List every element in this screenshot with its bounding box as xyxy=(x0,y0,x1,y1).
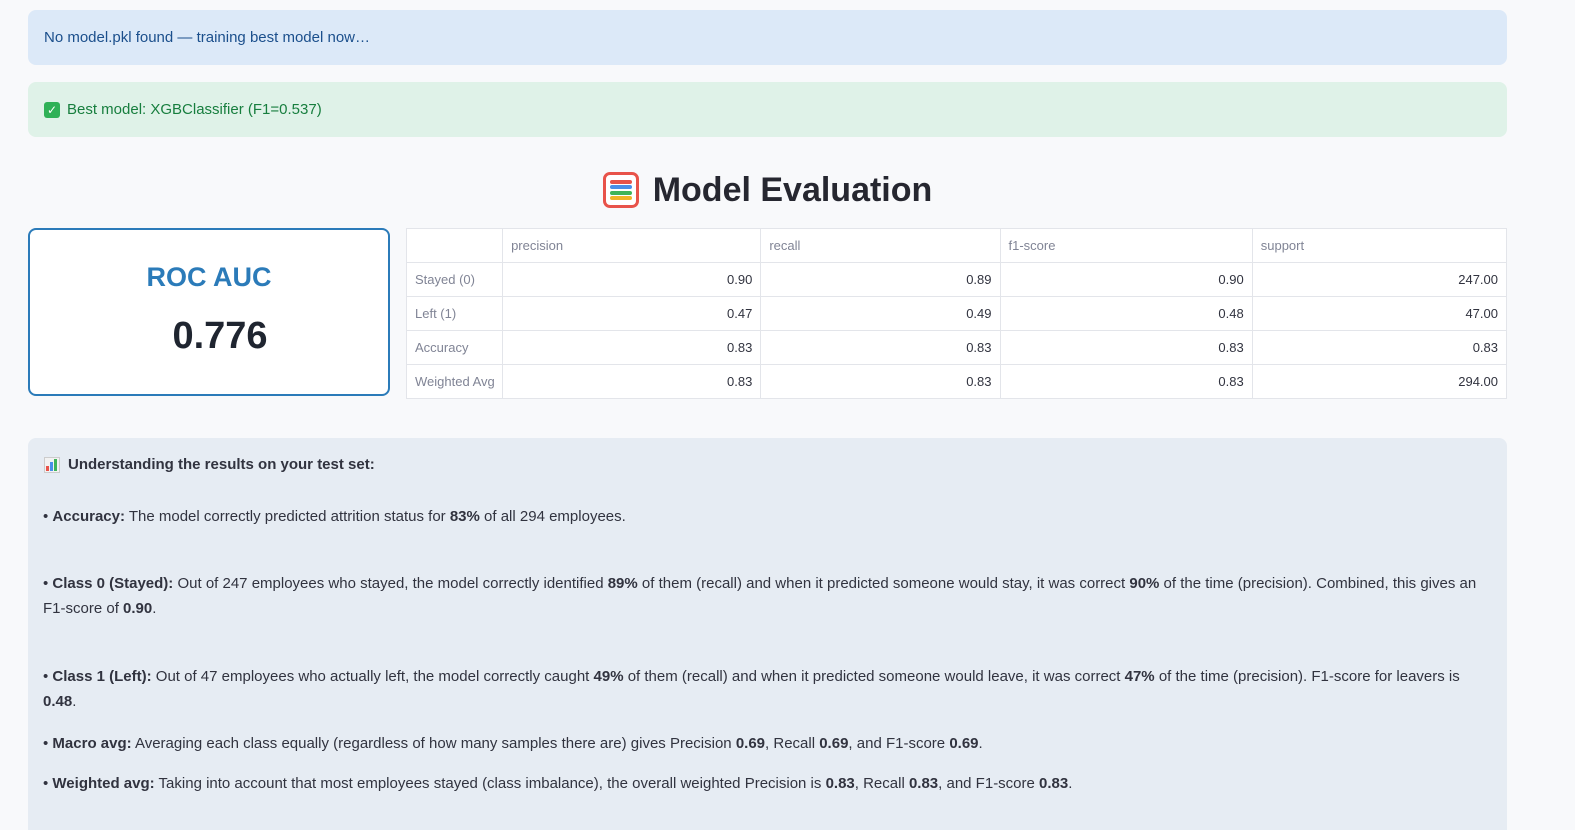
bullet-label: Class 0 (Stayed): xyxy=(52,575,174,592)
table-cell: 0.83 xyxy=(999,330,1253,365)
page-title: Model Evaluation xyxy=(652,170,933,209)
success-alert-text: Best model: XGBClassifier (F1=0.537) xyxy=(67,101,322,118)
table-cell: 0.48 xyxy=(999,296,1253,331)
column-header[interactable]: precision xyxy=(502,228,762,263)
bullet-label: Weighted avg: xyxy=(52,775,155,792)
bullet-text: of them (recall) and when it predicted s… xyxy=(623,668,1125,685)
table-cell: 0.49 xyxy=(760,296,1001,331)
table-cell: 0.89 xyxy=(760,262,1001,297)
row-label: Weighted Avg xyxy=(405,364,504,399)
bullet-value: 0.69 xyxy=(949,735,979,752)
accuracy-bullet: • Accuracy: The model correctly predicte… xyxy=(43,508,626,525)
bullet-text: , and F1-score xyxy=(848,735,950,752)
macro-avg-bullet: • Macro avg: Averaging each class equall… xyxy=(43,735,983,752)
table-cell: 0.83 xyxy=(760,364,1001,399)
class0-bullet: • Class 0 (Stayed): Out of 247 employees… xyxy=(43,575,1477,617)
bullet-text: . xyxy=(72,693,77,710)
table-cell: 0.83 xyxy=(999,364,1253,399)
info-alert-text: No model.pkl found — training best model… xyxy=(44,29,371,46)
title-row: Model Evaluation xyxy=(28,166,1507,214)
bullet-text: . xyxy=(1068,775,1073,792)
bullet-value: 89% xyxy=(607,575,638,592)
column-header[interactable]: f1-score xyxy=(999,228,1253,263)
table-cell: 0.83 xyxy=(502,330,762,365)
table-cell: 0.90 xyxy=(999,262,1253,297)
table-row: Stayed (0) 0.90 0.89 0.90 247.00 xyxy=(405,262,1508,297)
bullet-value: 90% xyxy=(1129,575,1160,592)
bullet-text: of them (recall) and when it predicted s… xyxy=(637,575,1130,592)
roc-auc-card: ROC AUC 0.776 xyxy=(28,228,390,396)
info-alert: No model.pkl found — training best model… xyxy=(28,10,1507,65)
bullet-value: 47% xyxy=(1124,668,1155,685)
bullet-value: 0.83 xyxy=(908,775,939,792)
check-icon: ✓ xyxy=(44,101,60,118)
bullet-value: 0.69 xyxy=(735,735,766,752)
table-header-row: precision recall f1-score support xyxy=(405,228,1508,263)
bullet-text: , and F1-score xyxy=(938,775,1040,792)
table-cell: 294.00 xyxy=(1251,364,1508,399)
row-label: Accuracy xyxy=(405,330,504,365)
bullet-value: 0.83 xyxy=(1039,775,1069,792)
row-label: Stayed (0) xyxy=(405,262,504,297)
table-cell: 247.00 xyxy=(1251,262,1508,297)
bullet-text: Averaging each class equally (regardless… xyxy=(131,735,736,752)
bullet-text: , Recall xyxy=(854,775,909,792)
table-cell: 0.83 xyxy=(760,330,1001,365)
bullet-label: Macro avg: xyxy=(52,735,132,752)
table-cell: 0.83 xyxy=(1251,330,1508,365)
table-cell: 0.83 xyxy=(502,364,762,399)
bullet-text: Out of 47 employees who actually left, t… xyxy=(151,668,594,685)
success-alert: ✓ Best model: XGBClassifier (F1=0.537) xyxy=(28,82,1507,137)
explanation-heading: Understanding the results on your test s… xyxy=(44,456,375,473)
bullet-text: , Recall xyxy=(765,735,820,752)
bullet-value: 0.83 xyxy=(825,775,855,792)
bullet-text: . xyxy=(152,600,157,617)
bullet-value: 49% xyxy=(593,668,624,685)
column-header[interactable]: support xyxy=(1251,228,1508,263)
class1-bullet: • Class 1 (Left): Out of 47 employees wh… xyxy=(43,668,1460,710)
roc-auc-value: 0.776 xyxy=(172,315,268,357)
bullet-value: 0.48 xyxy=(43,693,73,710)
bullet-text: The model correctly predicted attrition … xyxy=(124,508,450,525)
table-cell: 0.47 xyxy=(502,296,762,331)
roc-auc-label: ROC AUC xyxy=(146,262,272,292)
bullet-value: 83% xyxy=(449,508,480,525)
weighted-avg-bullet: • Weighted avg: Taking into account that… xyxy=(43,775,1073,792)
table-row: Weighted Avg 0.83 0.83 0.83 294.00 xyxy=(405,364,1508,399)
bar-chart-icon xyxy=(44,456,60,473)
table-row: Accuracy 0.83 0.83 0.83 0.83 xyxy=(405,330,1508,365)
bullet-label: Accuracy: xyxy=(52,508,125,525)
table-row: Left (1) 0.47 0.49 0.48 47.00 xyxy=(405,296,1508,331)
column-header[interactable] xyxy=(405,228,504,263)
table-cell: 47.00 xyxy=(1251,296,1508,331)
bullet-value: 0.90 xyxy=(123,600,153,617)
row-label: Left (1) xyxy=(405,296,504,331)
column-header[interactable]: recall xyxy=(760,228,1001,263)
results-explanation: Understanding the results on your test s… xyxy=(28,438,1507,830)
bullet-text: Taking into account that most employees … xyxy=(154,775,826,792)
bullet-label: Class 1 (Left): xyxy=(52,668,152,685)
table-cell: 0.90 xyxy=(502,262,762,297)
bullet-text: Out of 247 employees who stayed, the mod… xyxy=(173,575,608,592)
explanation-heading-text: Understanding the results on your test s… xyxy=(68,456,375,473)
bullet-text: of the time (precision). F1-score for le… xyxy=(1154,668,1460,685)
bullet-text: . xyxy=(978,735,983,752)
classification-report-table: precision recall f1-score support Stayed… xyxy=(405,228,1508,399)
bullet-text: of all 294 employees. xyxy=(479,508,626,525)
bullet-value: 0.69 xyxy=(819,735,849,752)
abacus-icon xyxy=(602,172,639,208)
